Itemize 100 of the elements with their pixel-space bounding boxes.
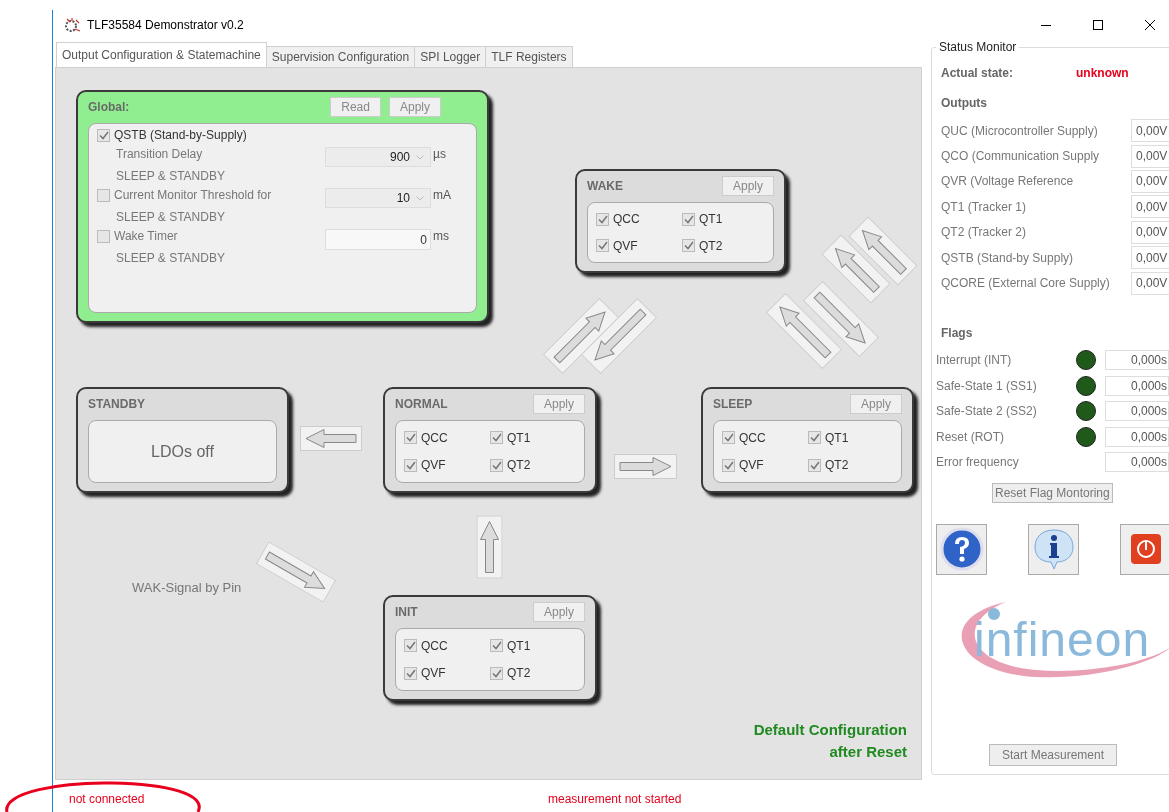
window-title: TLF35584 Demonstrator v0.2 [87,18,245,32]
voltage-field: 0,00V [1131,119,1169,143]
power-button[interactable] [1120,523,1169,575]
state-title: INIT [395,605,419,619]
checkbox[interactable]: QT1 [490,428,550,448]
help-button[interactable] [936,523,987,575]
unit-label: ms [432,229,450,243]
time-field: 0,000s [1105,426,1169,447]
state-title: NORMAL [395,397,449,411]
output-label: QT1 (Tracker 1) [940,199,1027,214]
section-title: Outputs [941,96,987,110]
connection-status: not connected [69,791,146,806]
voltage-field: 0,00V [1131,144,1169,168]
setting-sublabel: SLEEP & STANDBY [115,210,226,224]
checkmark-icon [491,433,502,443]
power-icon [1129,533,1162,566]
unit-label: mA [432,188,452,202]
output-label: QUC (Microcontroller Supply) [940,123,1099,138]
close-icon [1145,20,1155,30]
card-title: Global: [88,100,131,114]
wake-signal-label: WAK-Signal by Pin [132,580,242,595]
reset-button[interactable]: Reset Flag Montoring [992,482,1113,503]
state-label: Actual state: [941,66,1014,80]
checkmark-icon [491,668,502,678]
time-field: 0,000s [1105,452,1169,472]
unit-label: µs [432,147,447,161]
checkmark-icon [723,460,734,470]
checkmark-icon [405,460,416,470]
checkmark-icon [683,214,694,224]
checkmark-icon [405,433,416,443]
measurement-status: measurement not started [548,791,682,806]
flag-label: Safe-State 1 (SS1) [936,378,1038,393]
state-title: SLEEP [713,397,754,411]
maximize-icon [1093,20,1103,30]
checkbox[interactable]: QT2 [808,455,868,475]
checkmark-icon [491,641,502,651]
flag-label: Interrupt (INT) [936,353,1013,368]
checkbox[interactable]: QVF [596,236,682,255]
checkbox[interactable]: QT1 [808,428,868,448]
group-title: Status Monitor [936,40,1020,54]
checkbox[interactable]: QCC [722,428,808,448]
info-icon [1031,527,1076,572]
flag-label: Error frequency [936,455,1020,469]
tab[interactable]: Output Configuration & Statemachine [56,42,267,67]
input-field[interactable]: 0 [325,229,431,250]
checkbox[interactable]: QVF [404,663,490,683]
time-field: 0,000s [1105,401,1169,422]
checkbox[interactable]: QSTB (Stand-by-Supply) [97,128,468,142]
state-title: STANDBY [88,397,147,411]
default-config-note: Default Configuration after Reset [753,720,907,762]
checkmark-icon [683,241,694,251]
voltage-field: 0,00V [1131,220,1169,244]
checkbox[interactable]: QCC [404,428,490,448]
app-icon [63,17,81,33]
checkbox[interactable]: QCC [596,210,682,229]
dropdown[interactable]: 10 [325,188,431,208]
checkmark-icon [809,433,820,443]
tab[interactable]: SPI Logger [414,46,487,67]
checkbox[interactable]: QT2 [490,663,550,683]
output-label: QVR (Voltage Reference [940,174,1075,189]
checkbox[interactable]: QT1 [682,210,742,229]
checkbox[interactable]: QVF [722,455,808,475]
voltage-field: 0,00V [1131,169,1169,193]
output-label: QSTB (Stand-by Supply) [940,250,1075,265]
checkmark-icon [98,130,109,140]
checkmark-icon [597,214,608,224]
voltage-field: 0,00V [1131,195,1169,219]
tab[interactable]: TLF Registers [485,46,573,67]
info-button[interactable] [1028,523,1079,575]
flag-label: Safe-State 2 (SS2) [936,404,1038,419]
help-icon [939,527,984,572]
checkmark-icon [405,641,416,651]
checkmark-icon [405,668,416,678]
checkbox[interactable]: QT2 [682,236,742,255]
checkmark-icon [809,460,820,470]
time-field: 0,000s [1105,350,1169,371]
start-button[interactable]: Start Measurement [989,744,1118,766]
flag-label: Reset (ROT) [936,429,1005,444]
state-message: LDOs off [151,442,214,461]
voltage-field: 0,00V [1131,271,1169,295]
checkmark-icon [597,241,608,251]
checkbox[interactable]: QVF [404,455,490,475]
caret-icon [416,154,424,160]
minimize-icon [1041,24,1051,26]
dropdown[interactable]: 900 [325,147,431,167]
tab[interactable]: Supervision Configuration [265,46,416,67]
time-field: 0,000s [1105,375,1169,396]
checkbox[interactable]: QCC [404,636,490,656]
checkbox[interactable]: QT2 [490,455,550,475]
checkbox[interactable]: QT1 [490,636,550,656]
caret-icon [416,195,424,201]
checkmark-icon [491,460,502,470]
checkbox[interactable]: Wake Timer [97,229,325,243]
output-label: QT2 (Tracker 2) [940,225,1027,240]
setting-sublabel: SLEEP & STANDBY [116,169,226,183]
checkbox[interactable]: Current Monitor Threshold for [97,188,325,202]
setting-label: Transition Delay [116,147,204,161]
voltage-field: 0,00V [1131,246,1169,270]
state-title: WAKE [587,179,624,193]
state-value: unknown [1076,66,1129,80]
